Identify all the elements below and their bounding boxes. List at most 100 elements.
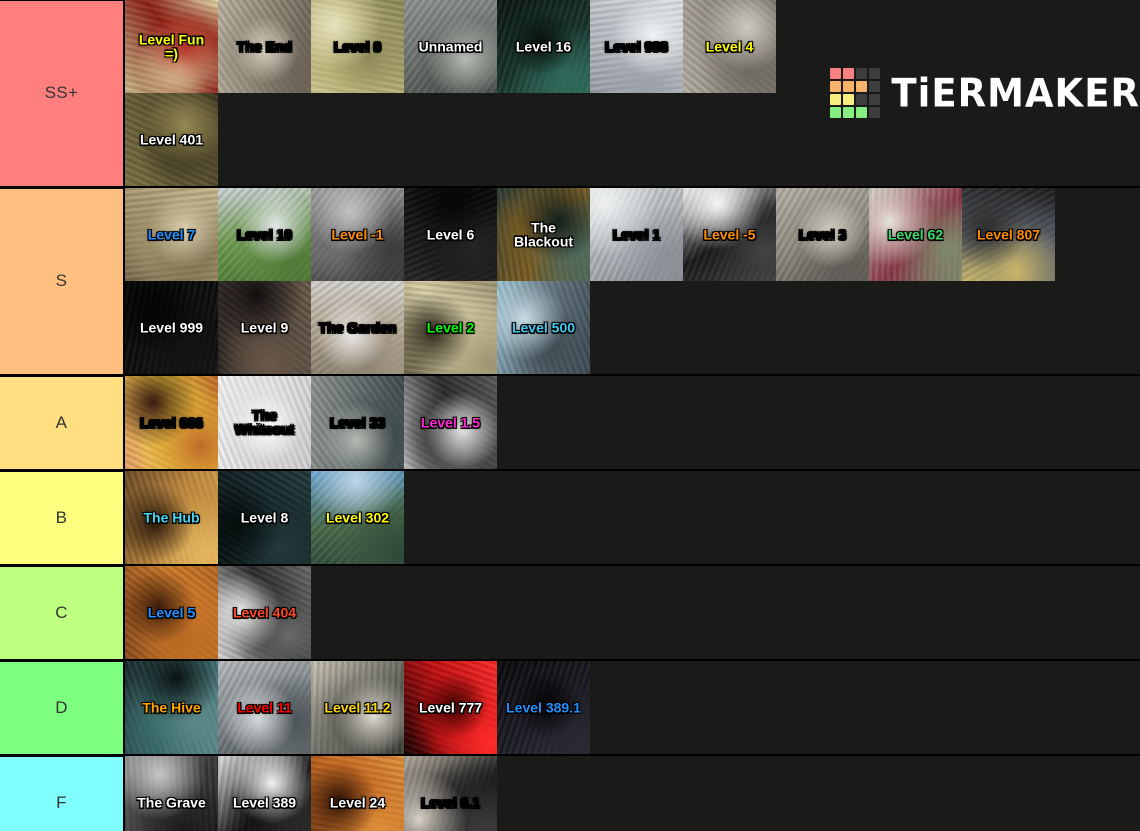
logo-grid-cell	[830, 94, 842, 105]
the-hive-cavern-image	[125, 661, 218, 754]
logo-grid-cell	[856, 68, 868, 79]
tier-item-tile[interactable]: Level 1.5	[404, 376, 497, 469]
logo-grid-cell	[843, 81, 855, 92]
level-8-cave-image	[218, 471, 311, 564]
tier-items-5[interactable]: The Hive Level 11 Level 11.2 Level 777 Level…	[125, 661, 1140, 754]
tier-item-tile[interactable]: Level 777	[404, 661, 497, 754]
tier-item-tile[interactable]: Level -5	[683, 188, 776, 281]
level-4-abandoned-office-image	[683, 0, 776, 93]
tier-item-tile[interactable]: Level 11	[218, 661, 311, 754]
tier-item-tile[interactable]: The Whiteout	[218, 376, 311, 469]
tier-item-tile[interactable]: The Hub	[125, 471, 218, 564]
tier-items-1[interactable]: Level 7 Level 10 Level -1 Level 6 The Blacko…	[125, 188, 1140, 374]
level-33-mall-image	[311, 376, 404, 469]
the-end-library-image	[218, 0, 311, 93]
level-389-checker-image	[218, 756, 311, 831]
tier-item-tile[interactable]: Level 500	[497, 281, 590, 374]
tier-item-tile[interactable]: Level -1	[311, 188, 404, 281]
tier-item-tile[interactable]: Level 401	[125, 93, 218, 186]
logo-grid-cell	[856, 94, 868, 105]
tier-item-tile[interactable]: Level 33	[311, 376, 404, 469]
tier-item-tile[interactable]: Level 302	[311, 471, 404, 564]
level-6-1-vending-image	[404, 756, 497, 831]
tier-item-tile[interactable]: Level 3	[776, 188, 869, 281]
level-3-electrical-image	[776, 188, 869, 281]
tier-item-tile[interactable]: Level 404	[218, 566, 311, 659]
the-hub-tunnel-image	[125, 471, 218, 564]
tier-label-3[interactable]: B	[0, 471, 125, 564]
level-10-field-image	[218, 188, 311, 281]
level-5-hotel-lobby-image	[125, 566, 218, 659]
tier-row: S Level 7 Level 10 Level -1 Level 6 The Black…	[0, 188, 1140, 376]
tier-item-tile[interactable]: Level 2	[404, 281, 497, 374]
tier-items-4[interactable]: Level 5 Level 404	[125, 566, 1140, 659]
tier-item-tile[interactable]: The Blackout	[497, 188, 590, 281]
logo-grid-cell	[869, 107, 881, 118]
level-2-tunnel-image	[404, 281, 497, 374]
tier-label-1[interactable]: S	[0, 188, 125, 374]
tier-item-tile[interactable]: Level 5	[125, 566, 218, 659]
tier-item-tile[interactable]: Level 0	[311, 0, 404, 93]
tier-item-tile[interactable]: Level 6	[404, 188, 497, 281]
tier-item-tile[interactable]: Level 6.1	[404, 756, 497, 831]
the-grave-bw-image	[125, 756, 218, 831]
tier-label-6[interactable]: F	[0, 756, 125, 831]
level-998-door-image	[590, 0, 683, 93]
level-11-city-image	[218, 661, 311, 754]
logo-grid-cell	[843, 68, 855, 79]
logo-grid-cell	[856, 107, 868, 118]
tier-row: SS+ Level Fun =) The End Level 0 Unnamed Leve…	[0, 0, 1140, 188]
tier-item-tile[interactable]: The Hive	[125, 661, 218, 754]
tier-item-tile[interactable]: Level 62	[869, 188, 962, 281]
level-1-warehouse-image	[590, 188, 683, 281]
logo-grid-cell	[869, 68, 881, 79]
the-garden-horizon-image	[311, 281, 404, 374]
level-1-5-xray-image	[404, 376, 497, 469]
tier-label-2[interactable]: A	[0, 376, 125, 469]
tier-items-3[interactable]: The Hub Level 8 Level 302	[125, 471, 1140, 564]
logo-grid-cell	[843, 107, 855, 118]
logo-grid-icon	[830, 68, 881, 118]
tier-item-tile[interactable]: Unnamed	[404, 0, 497, 93]
tier-label-5[interactable]: D	[0, 661, 125, 754]
tier-item-tile[interactable]: Level 24	[311, 756, 404, 831]
tier-item-tile[interactable]: Level 7	[125, 188, 218, 281]
tier-item-tile[interactable]: The End	[218, 0, 311, 93]
tier-item-tile[interactable]: The Garden	[311, 281, 404, 374]
level-neg5-snow-image	[683, 188, 776, 281]
logo-grid-cell	[869, 94, 881, 105]
level-807-store-image	[962, 188, 1055, 281]
logo-grid-cell	[843, 94, 855, 105]
tier-items-6[interactable]: The Grave Level 389 Level 24 Level 6.1	[125, 756, 1140, 831]
the-whiteout-image	[218, 376, 311, 469]
level-404-static-image	[218, 566, 311, 659]
tier-items-0[interactable]: Level Fun =) The End Level 0 Unnamed Level 1…	[125, 0, 831, 186]
tier-item-tile[interactable]: Level 389.1	[497, 661, 590, 754]
tier-label-4[interactable]: C	[0, 566, 125, 659]
tier-item-tile[interactable]: Level 666	[125, 376, 218, 469]
level-16-dark-image	[497, 0, 590, 93]
tier-item-tile[interactable]: Level 8	[218, 471, 311, 564]
tier-items-2[interactable]: Level 666 The Whiteout Level 33 Level 1.5	[125, 376, 1140, 469]
tier-item-tile[interactable]: The Grave	[125, 756, 218, 831]
tier-item-tile[interactable]: Level 11.2	[311, 661, 404, 754]
tier-item-tile[interactable]: Level 1	[590, 188, 683, 281]
tier-label-0[interactable]: SS+	[0, 0, 125, 186]
tier-row: C Level 5 Level 404	[0, 566, 1140, 661]
the-blackout-image	[497, 188, 590, 281]
tier-item-tile[interactable]: Level 999	[125, 281, 218, 374]
tier-item-tile[interactable]: Level 389	[218, 756, 311, 831]
logo-wordmark: TiERMAKER	[891, 70, 1140, 116]
level-11-2-tower-image	[311, 661, 404, 754]
level-62-office-image	[869, 188, 962, 281]
tier-item-tile[interactable]: Level 16	[497, 0, 590, 93]
tier-item-tile[interactable]: Level 9	[218, 281, 311, 374]
tier-item-tile[interactable]: Level 4	[683, 0, 776, 93]
tier-item-tile[interactable]: Level Fun =)	[125, 0, 218, 93]
tier-item-tile[interactable]: Level 807	[962, 188, 1055, 281]
tier-item-tile[interactable]: Level 10	[218, 188, 311, 281]
level-7-flooded-room-image	[125, 188, 218, 281]
level-666-neon-diner-image	[125, 376, 218, 469]
logo-inner: TiERMAKER	[830, 68, 1140, 118]
tier-item-tile[interactable]: Level 998	[590, 0, 683, 93]
